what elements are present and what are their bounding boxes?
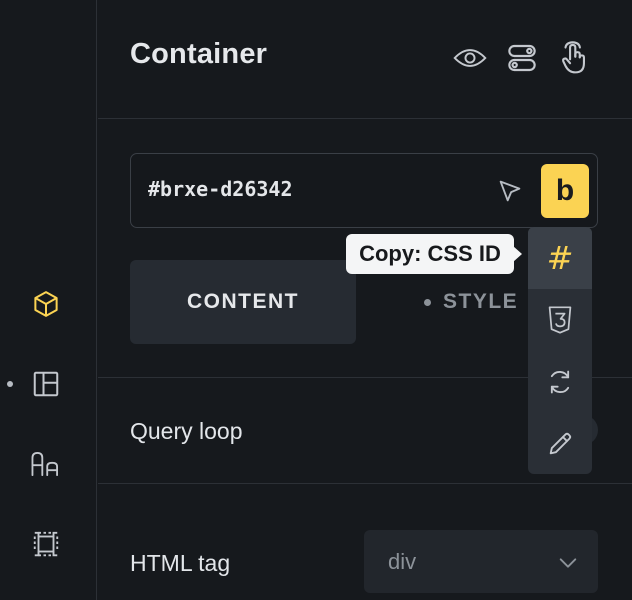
html-tag-select[interactable]: div [364, 530, 598, 593]
css3-icon [548, 306, 572, 334]
pencil-icon [549, 432, 572, 455]
typography-icon[interactable] [29, 447, 63, 481]
css-id-value[interactable]: #brxe-d26342 [148, 177, 293, 201]
css-id-field[interactable]: #brxe-d26342 b [130, 153, 598, 228]
divider [98, 483, 632, 484]
cube-icon[interactable] [29, 287, 63, 321]
panel-title: Container [130, 38, 268, 70]
copy-css-id-button[interactable]: # [528, 227, 592, 289]
html-tag-label: HTML tag [130, 550, 231, 576]
eye-icon[interactable] [450, 38, 490, 78]
edit-id-button[interactable] [528, 413, 592, 474]
css3-button[interactable] [528, 289, 592, 351]
refresh-id-button[interactable] [528, 351, 592, 413]
tab-content[interactable]: CONTENT [130, 260, 356, 344]
hand-pointer-icon[interactable] [554, 38, 594, 78]
toggle-icon[interactable] [502, 38, 542, 78]
left-rail [0, 0, 97, 600]
html-tag-value: div [388, 549, 417, 574]
copy-css-id-tooltip: Copy: CSS ID [346, 234, 522, 274]
active-indicator-dot [7, 381, 13, 387]
tab-style[interactable]: STYLE [443, 290, 518, 314]
layout-icon[interactable] [29, 367, 63, 401]
cursor-arrow-icon[interactable] [496, 177, 526, 207]
panel-header: Container [98, 0, 632, 119]
refresh-icon [550, 370, 570, 394]
brand-button[interactable]: b [541, 164, 589, 218]
hash-icon: # [546, 239, 574, 277]
chevron-down-icon [557, 552, 579, 574]
style-tab-indicator-dot [424, 299, 431, 306]
id-actions-popover: # [528, 227, 592, 474]
frame-icon[interactable] [29, 527, 63, 561]
query-loop-label: Query loop [130, 418, 243, 444]
